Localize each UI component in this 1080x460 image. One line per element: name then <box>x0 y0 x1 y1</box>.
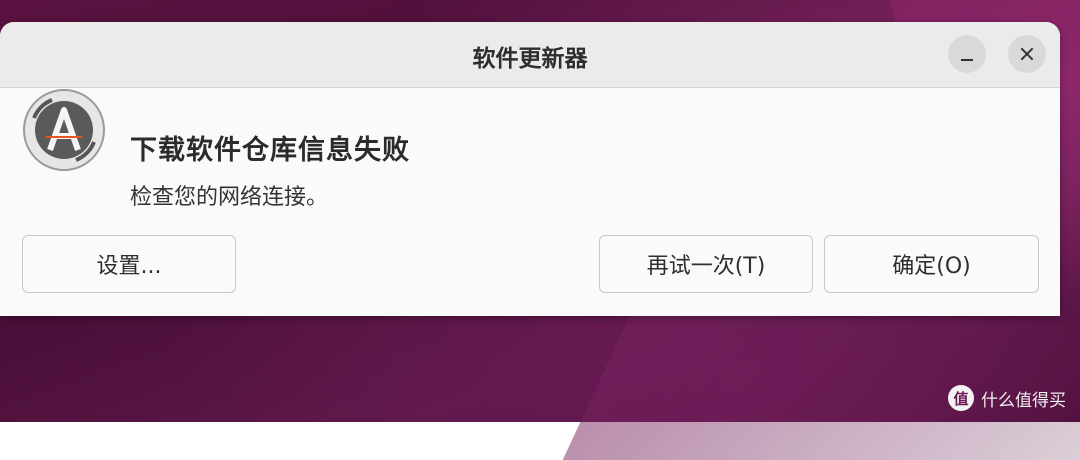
minimize-icon <box>961 59 973 61</box>
ok-button[interactable]: 确定(O) <box>824 235 1039 293</box>
updater-dialog: 软件更新器 下载软件仓库信息失败 检查您的网络连接。 设置... 再试一次(T)… <box>0 22 1060 316</box>
watermark-badge: 值 <box>948 385 974 411</box>
wallpaper-facet <box>562 300 1080 460</box>
close-button[interactable] <box>1008 35 1046 73</box>
settings-button[interactable]: 设置... <box>22 235 236 293</box>
error-heading: 下载软件仓库信息失败 <box>130 135 410 166</box>
window-title: 软件更新器 <box>472 46 588 72</box>
watermark: 值 什么值得买 <box>948 385 1066 411</box>
software-updater-icon <box>23 89 105 171</box>
retry-button[interactable]: 再试一次(T) <box>599 235 813 293</box>
minimize-button[interactable] <box>948 35 986 73</box>
error-detail: 检查您的网络连接。 <box>130 185 329 210</box>
title-bar[interactable]: 软件更新器 <box>0 22 1060 88</box>
watermark-text: 什么值得买 <box>981 390 1066 411</box>
